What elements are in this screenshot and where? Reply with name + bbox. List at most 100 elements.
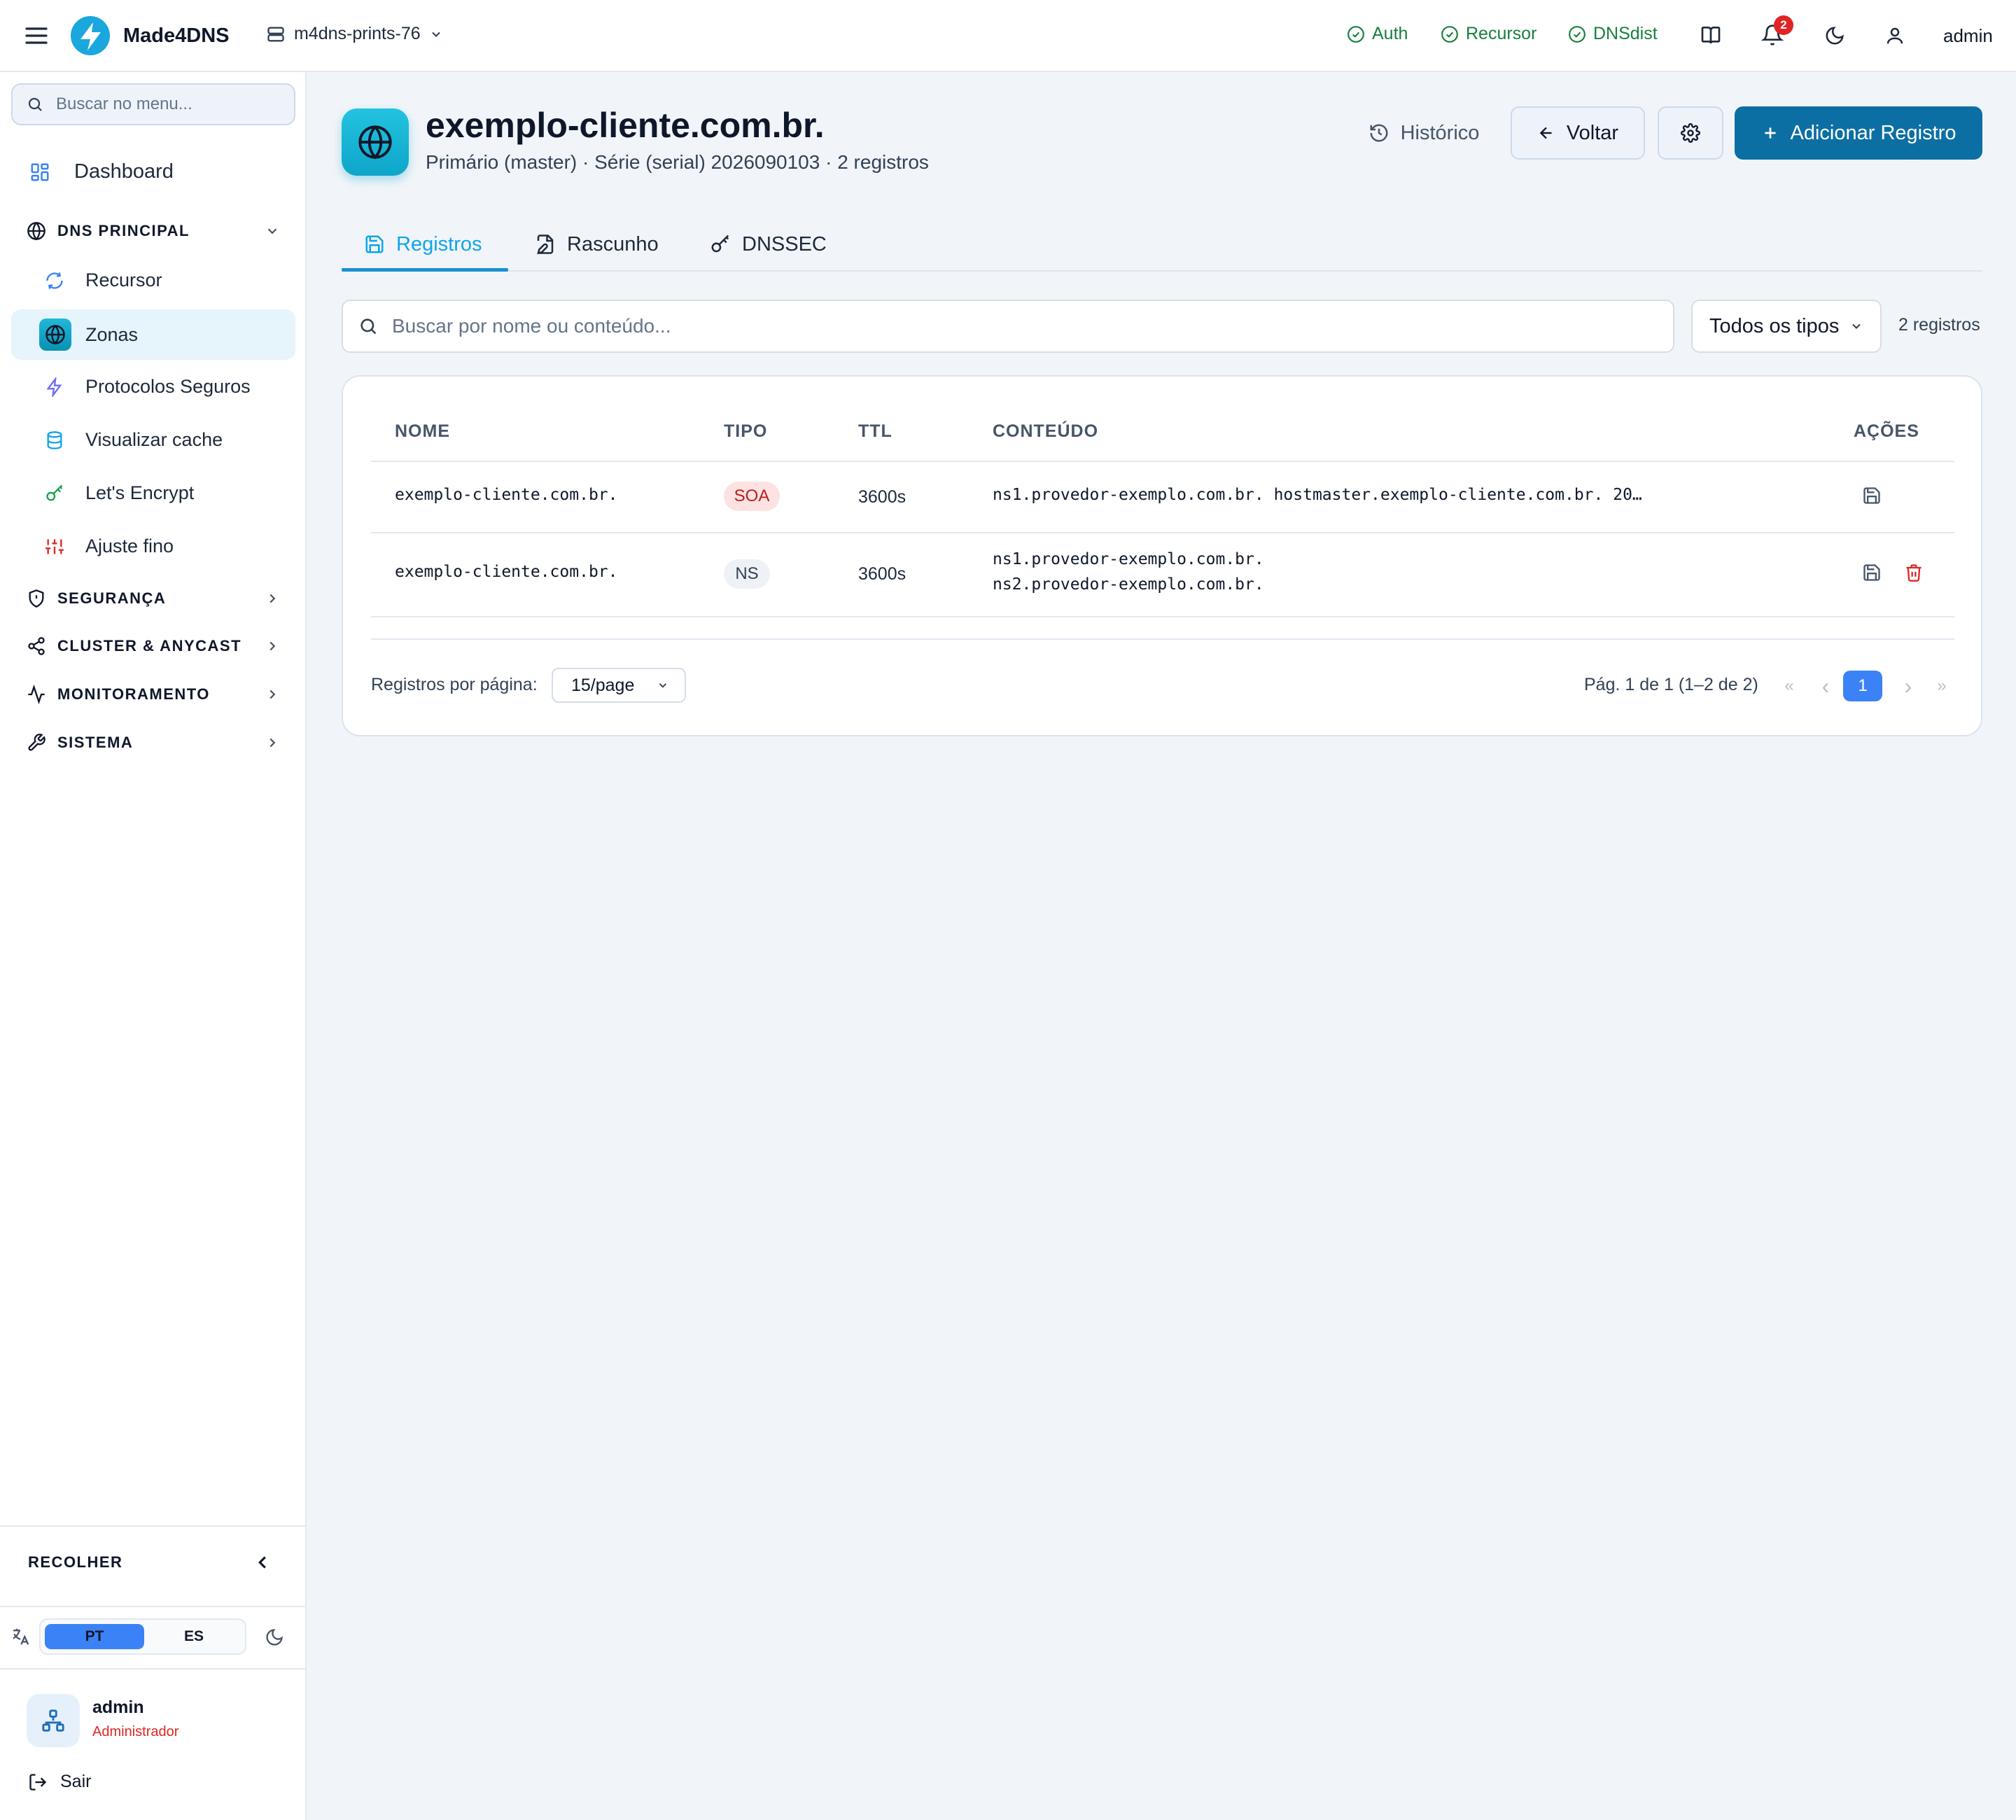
divider xyxy=(0,1606,305,1607)
user-role: Administrador xyxy=(92,1724,179,1740)
chevron-down-icon xyxy=(265,223,280,239)
column-header-conteudo[interactable]: CONTEÚDO xyxy=(993,421,1098,442)
language-pt[interactable]: PT xyxy=(45,1624,144,1649)
brand-name: Made4DNS xyxy=(123,24,230,47)
menu-icon[interactable] xyxy=(25,25,48,46)
chevron-right-icon xyxy=(265,735,280,750)
zone-subtitle: Primário (master) · Série (serial) 20260… xyxy=(426,151,929,173)
language-es[interactable]: ES xyxy=(144,1624,244,1649)
save-icon xyxy=(1863,564,1880,581)
history-button[interactable]: Histórico xyxy=(1361,106,1487,160)
type-filter-select[interactable]: Todos os tipos xyxy=(1691,300,1882,353)
server-selector[interactable]: m4dns-prints-76 xyxy=(266,24,443,44)
record-type-badge: NS xyxy=(724,559,770,589)
trash-icon xyxy=(1906,564,1921,582)
save-icon xyxy=(364,234,385,255)
dashboard-icon xyxy=(29,162,50,183)
sidebar-section-monitoramento[interactable]: MONITORAMENTO xyxy=(27,685,280,704)
per-page-value: 15/page xyxy=(571,675,635,695)
status-recursor[interactable]: Recursor xyxy=(1441,24,1536,44)
check-circle-icon xyxy=(1441,25,1459,43)
status-dnsdist[interactable]: DNSdist xyxy=(1568,24,1658,44)
status-auth[interactable]: Auth xyxy=(1347,24,1408,44)
collapse-sidebar[interactable]: RECOLHER xyxy=(28,1552,273,1573)
tab-label: Registros xyxy=(396,232,482,255)
pagination-info: Pág. 1 de 1 (1–2 de 2) xyxy=(1584,675,1758,694)
brand[interactable]: Made4DNS xyxy=(70,15,230,56)
sidebar-item-letsencrypt[interactable]: Let's Encrypt xyxy=(45,482,194,504)
sidebar-item-label: Dashboard xyxy=(74,160,174,183)
key-icon xyxy=(710,234,731,255)
globe-icon xyxy=(27,221,46,241)
top-bar: Made4DNS m4dns-prints-76 Auth Recursor D… xyxy=(0,0,2016,72)
edit-record-button[interactable] xyxy=(1862,563,1882,582)
shield-icon xyxy=(27,589,46,608)
menu-search[interactable] xyxy=(11,83,295,125)
prev-page-button[interactable]: ‹ xyxy=(1810,671,1841,701)
sidebar-item-cache[interactable]: Visualizar cache xyxy=(45,429,223,451)
add-record-button[interactable]: Adicionar Registro xyxy=(1735,106,1982,160)
zone-icon xyxy=(342,108,409,176)
tab-dnssec[interactable]: DNSSEC xyxy=(710,217,827,272)
per-page-select[interactable]: 15/page xyxy=(552,668,686,703)
refresh-icon xyxy=(45,271,64,290)
delete-record-button[interactable] xyxy=(1904,563,1924,582)
moon-icon[interactable] xyxy=(265,1628,284,1647)
record-name: exemplo-cliente.com.br. xyxy=(395,563,618,581)
next-page-button[interactable]: › xyxy=(1893,671,1924,701)
sidebar-section-cluster[interactable]: CLUSTER & ANYCAST xyxy=(27,636,280,656)
sidebar-section-sistema[interactable]: SISTEMA xyxy=(27,733,280,752)
avatar xyxy=(27,1694,80,1747)
tab-registros[interactable]: Registros xyxy=(364,217,482,272)
status-label: DNSdist xyxy=(1593,24,1658,43)
header-divider xyxy=(371,461,1954,462)
logout-button[interactable]: Sair xyxy=(28,1772,91,1792)
book-icon[interactable] xyxy=(1700,24,1722,46)
section-label: MONITORAMENTO xyxy=(57,685,210,703)
record-name: exemplo-cliente.com.br. xyxy=(395,486,618,504)
logout-icon xyxy=(28,1772,48,1792)
logo-icon xyxy=(70,15,111,56)
language-toggle: PT ES xyxy=(39,1618,246,1655)
chevron-right-icon xyxy=(265,638,280,654)
sidebar-item-ajuste[interactable]: Ajuste fino xyxy=(45,536,174,557)
column-header-tipo[interactable]: TIPO xyxy=(724,421,767,442)
sidebar-section-dns[interactable]: DNS PRINCIPAL xyxy=(27,221,280,241)
records-count: 2 registros xyxy=(1898,315,1980,335)
history-icon xyxy=(1368,122,1390,144)
moon-icon[interactable] xyxy=(1824,25,1845,46)
check-circle-icon xyxy=(1568,25,1586,43)
sidebar-section-seguranca[interactable]: SEGURANÇA xyxy=(27,589,280,608)
first-page-button[interactable]: « xyxy=(1774,671,1805,701)
sidebar-item-dashboard[interactable]: Dashboard xyxy=(29,160,174,183)
row-divider xyxy=(371,532,1954,533)
records-search[interactable] xyxy=(342,300,1674,353)
record-ttl: 3600s xyxy=(858,487,906,507)
sidebar-item-recursor[interactable]: Recursor xyxy=(45,270,162,291)
records-search-input[interactable] xyxy=(392,315,1652,337)
sidebar-item-label: Zonas xyxy=(85,323,139,345)
back-button[interactable]: Voltar xyxy=(1511,106,1645,160)
menu-search-input[interactable] xyxy=(56,94,280,114)
lightning-icon xyxy=(45,377,64,397)
record-ttl: 3600s xyxy=(858,564,906,584)
check-circle-icon xyxy=(1347,25,1365,43)
edit-record-button[interactable] xyxy=(1862,486,1882,505)
column-header-nome[interactable]: NOME xyxy=(395,421,450,442)
row-divider xyxy=(371,616,1954,617)
tab-rascunho[interactable]: Rascunho xyxy=(535,217,659,272)
sidebar-item-protocolos[interactable]: Protocolos Seguros xyxy=(45,376,251,398)
file-edit-icon xyxy=(535,234,556,255)
section-label: CLUSTER & ANYCAST xyxy=(57,637,242,654)
page-button-current[interactable]: 1 xyxy=(1843,671,1882,701)
settings-button[interactable] xyxy=(1658,106,1723,160)
last-page-button[interactable]: » xyxy=(1926,671,1957,701)
sidebar-item-zonas[interactable]: Zonas xyxy=(39,318,138,351)
column-header-acoes: AÇÕES xyxy=(1854,421,1919,441)
record-content: ns1.provedor-exemplo.com.br. hostmaster.… xyxy=(993,486,1642,504)
user-icon[interactable] xyxy=(1884,25,1905,46)
column-header-ttl[interactable]: TTL xyxy=(858,421,892,442)
translate-icon xyxy=(10,1626,31,1647)
user-menu[interactable]: admin xyxy=(1943,25,1993,47)
chevron-down-icon xyxy=(1849,319,1863,333)
